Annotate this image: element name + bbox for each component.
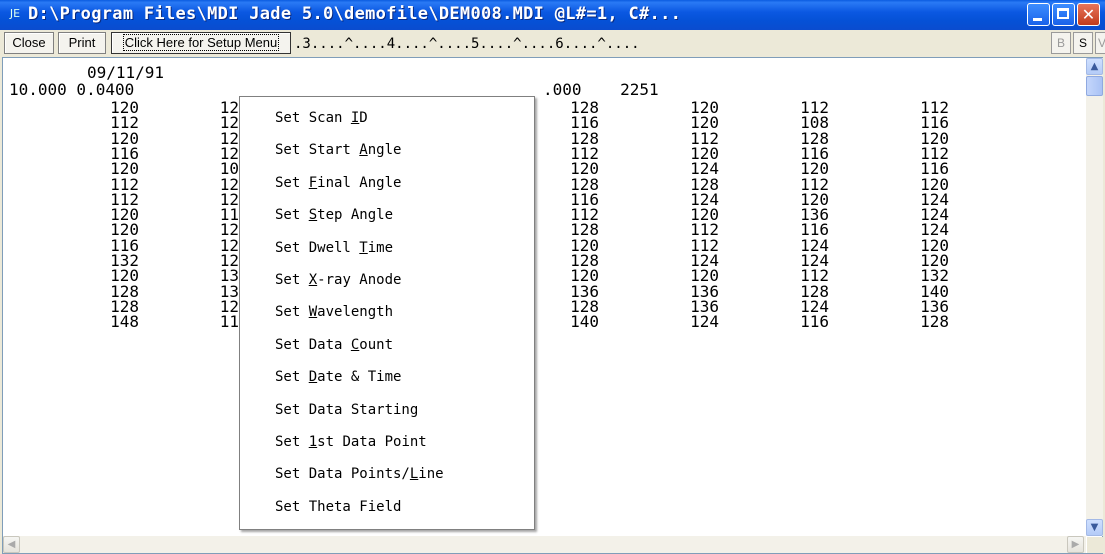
menu-item-label: Set Dwell [275,239,360,256]
menu-item-label: ount [359,336,394,353]
menu-item[interactable]: Set Data Points/Line [275,464,444,484]
close-icon: ✕ [1081,5,1096,24]
setup-popup-menu: Set Scan ID Set Start Angle Set Final Angl… [239,96,535,530]
minimize-icon [1033,18,1042,21]
b-button[interactable]: B [1051,32,1071,54]
jade-app-icon: JE [9,7,21,20]
menu-item-label: ate & Time [317,369,402,386]
setup-menu-button[interactable]: Click Here for Setup Menu [111,32,291,54]
menu-item[interactable]: Set Start Angle [275,140,401,160]
header-date: 09/11/91 [87,63,165,82]
menu-item-label: Set Scan [275,110,351,126]
menu-item[interactable]: Set Scan ID [275,108,368,128]
menu-item-accelerator: X [308,272,318,288]
maximize-button[interactable] [1052,3,1075,26]
scroll-down-icon[interactable]: ▼ [1086,519,1103,536]
scroll-left-icon[interactable]: ◀ [3,536,20,553]
menu-item-accelerator: D [308,369,318,386]
header-line2-right: .000 2251 [543,80,659,99]
menu-item-label: Set Data Points/ [275,466,410,483]
menu-item[interactable]: Set Data Starting [275,400,418,420]
setup-menu-label: Click Here for Setup Menu [122,34,280,51]
print-button-label: Print [68,35,96,50]
menu-item-label: Set Theta Field [275,498,402,515]
menu-item-accelerator: F [308,174,318,191]
menu-item-label: Set [275,174,309,191]
file-text-area[interactable]: 09/11/91 10.000 0.0400 .000 2251 120 112 1… [2,57,1103,554]
menu-item-label: avelength [317,304,394,321]
menu-item[interactable]: Set X-ray Anode [275,270,401,290]
menu-item-label: Set [275,304,309,321]
menu-item[interactable]: Set Dwell Time [275,238,393,258]
title-bar[interactable]: JE D:\Program Files\MDI Jade 5.0\demofil… [0,0,1105,30]
menu-item-accelerator: W [308,304,318,321]
menu-item[interactable]: Set 1st Data Point [275,432,427,452]
minimize-button[interactable] [1027,3,1050,26]
scroll-up-icon[interactable]: ▲ [1086,58,1103,75]
menu-item-label: Set [275,434,309,450]
menu-item-label: ime [367,239,394,256]
menu-item-label: inal Angle [317,174,402,191]
menu-item-label: tep Angle [317,207,394,224]
menu-item-label: Set Start [275,142,360,159]
close-button-label: Close [12,35,46,50]
menu-item-label: Set [275,369,309,386]
v-button[interactable]: V [1095,32,1105,54]
menu-item-label: ngle [367,142,402,159]
resize-grip-icon[interactable] [1087,537,1103,553]
vertical-scroll-thumb[interactable] [1086,76,1103,96]
menu-item-label: D [359,110,368,126]
menu-item[interactable]: Set Data Count [275,335,393,355]
header-line2-left: 10.000 0.0400 [9,80,135,99]
maximize-icon [1057,8,1069,19]
menu-item[interactable]: Set Date & Time [275,367,401,387]
menu-item[interactable]: Set Final Angle [275,173,401,193]
column-ruler: .3....^....4....^....5....^....6....^...… [294,36,640,52]
menu-item-label: Set [275,272,309,288]
menu-item-accelerator: A [359,142,368,159]
menu-item-label: Set Data Starting [275,401,419,418]
vertical-scrollbar[interactable]: ▲ ▼ [1086,58,1103,536]
scroll-right-icon[interactable]: ▶ [1067,536,1084,553]
menu-item-label: Set [275,207,309,224]
menu-item-label: Set Data [275,336,351,353]
print-button[interactable]: Print [58,32,106,54]
menu-item-accelerator: 1 [308,434,318,450]
toolbar: Close Print Click Here for Setup Menu .3… [0,30,1105,56]
menu-item-label: st Data Point [317,434,427,450]
horizontal-scrollbar[interactable]: ◀ ▶ [3,536,1086,553]
menu-item-accelerator: S [308,207,318,224]
close-button[interactable]: Close [4,32,54,54]
jade-window: JE D:\Program Files\MDI Jade 5.0\demofil… [0,0,1105,554]
s-button[interactable]: S [1073,32,1093,54]
close-window-button[interactable]: ✕ [1077,3,1100,26]
menu-item-label: -ray Anode [317,272,402,288]
menu-item[interactable]: Set Step Angle [275,205,393,225]
menu-item[interactable]: Set Wavelength [275,302,393,322]
menu-item[interactable]: Set Theta Field [275,497,401,517]
menu-item-label: ine [418,466,444,483]
window-title: D:\Program Files\MDI Jade 5.0\demofile\D… [28,4,682,24]
menu-item-accelerator: T [359,239,368,256]
